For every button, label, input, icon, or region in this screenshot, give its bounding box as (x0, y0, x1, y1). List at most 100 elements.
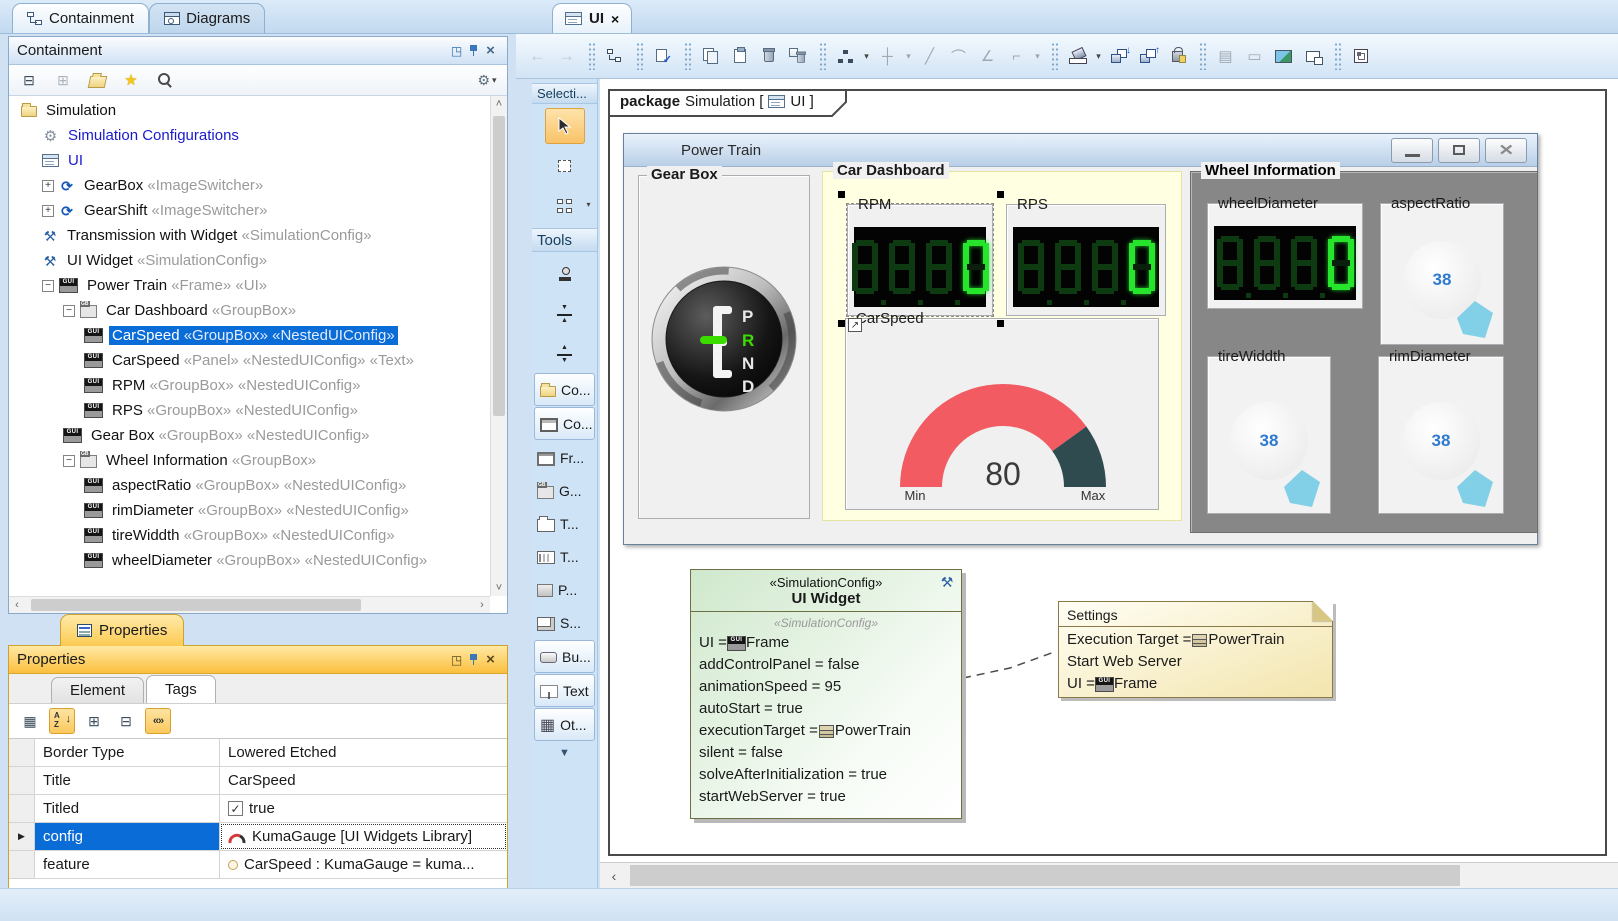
palette-item-tabbedpane[interactable]: T... (532, 507, 597, 540)
property-row[interactable]: featureCarSpeed : KumaGauge = kuma... (9, 851, 507, 879)
collapse-toggle-icon[interactable]: − (63, 305, 75, 317)
push-down-tool[interactable]: ▼▲ (545, 296, 585, 332)
copy-button[interactable] (697, 43, 724, 70)
car-dashboard-group[interactable]: Car Dashboard RPM ↗ RPS (822, 171, 1182, 521)
categorized-view-button[interactable] (17, 708, 43, 734)
property-row[interactable]: TitleCarSpeed (9, 767, 507, 795)
show-containment-button[interactable] (601, 43, 628, 70)
property-value[interactable]: ✓true (220, 795, 507, 822)
delete-from-view-button[interactable] (784, 43, 811, 70)
line-rectilinear-dropdown-icon[interactable]: ▾ (1032, 43, 1043, 70)
push-up-tool[interactable]: ▲▼ (545, 336, 585, 372)
property-value[interactable]: KumaGauge [UI Widgets Library] (220, 823, 507, 850)
align-button[interactable]: ┼ (874, 43, 901, 70)
validate-button[interactable]: ✓ (649, 43, 676, 70)
expand-shape-icon[interactable]: ↗ (848, 318, 862, 332)
rim-diameter-group[interactable]: rimDiameter 38 (1378, 356, 1504, 514)
link-with-tree-button[interactable] (51, 68, 75, 92)
quick-layout-button[interactable] (832, 43, 859, 70)
line-direct-button[interactable]: ╱ (916, 43, 943, 70)
tree-item[interactable]: GUIwheelDiameter «GroupBox» «NestedUICon… (9, 548, 490, 573)
scroll-right-icon[interactable]: › (474, 597, 490, 613)
palette-item-toolbar[interactable]: T... (532, 540, 597, 573)
palette-tools-header[interactable]: Tools (532, 228, 597, 252)
close-panel-icon[interactable]: × (482, 652, 499, 668)
property-value[interactable]: CarSpeed (220, 767, 507, 794)
collapse-all-button[interactable] (17, 68, 41, 92)
toolbar-group-handle[interactable] (588, 42, 595, 70)
toolbar-group-handle[interactable] (684, 42, 691, 70)
marquee-select-tool[interactable] (545, 148, 585, 184)
palette-item-frame[interactable]: Fr... (532, 441, 597, 474)
open-folder-button[interactable] (85, 68, 109, 92)
stamp-tool[interactable] (545, 256, 585, 292)
bring-to-front-button[interactable]: ↑ (1135, 43, 1162, 70)
insert-image-button[interactable] (1270, 43, 1297, 70)
close-tab-icon[interactable]: × (611, 11, 619, 27)
palette-item-other[interactable]: Ot... (534, 708, 595, 741)
line-curved-button[interactable]: ⌒ (945, 43, 972, 70)
expand-toggle-icon[interactable]: + (42, 180, 54, 192)
palette-item-containers-folder[interactable]: Co... (534, 373, 595, 406)
tab-properties[interactable]: Properties (60, 614, 184, 646)
collapse-toggle-icon[interactable]: − (63, 455, 75, 467)
tree-horizontal-scrollbar[interactable]: ‹ › (9, 596, 490, 613)
selection-handle[interactable] (997, 191, 1004, 198)
compartments-button[interactable]: ▤ (1212, 43, 1239, 70)
float-panel-icon[interactable]: ◳ (448, 652, 465, 668)
rpm-display-group[interactable]: RPM ↗ (847, 204, 993, 316)
star-button[interactable] (119, 68, 143, 92)
minimize-button[interactable] (1391, 138, 1433, 163)
tree-hscroll-thumb[interactable] (31, 599, 361, 611)
tree-item[interactable]: GUIRPS «GroupBox» «NestedUIConfig» (9, 398, 490, 423)
tree-item[interactable]: GUIGear Box «GroupBox» «NestedUIConfig» (9, 423, 490, 448)
knob-handle-icon[interactable] (1278, 467, 1324, 509)
scroll-up-icon[interactable]: ˄ (491, 96, 507, 112)
toolbar-group-handle[interactable] (819, 42, 826, 70)
tree-item[interactable]: GUICarSpeed «Panel» «NestedUIConfig» «Te… (9, 348, 490, 373)
tree-item[interactable]: +GearBox «ImageSwitcher» (9, 173, 490, 198)
expand-all-button[interactable] (81, 708, 107, 734)
multiple-select-tool[interactable]: ▾ (545, 188, 585, 224)
toolbar-group-handle[interactable] (636, 42, 643, 70)
property-row[interactable]: Border TypeLowered Etched (9, 739, 507, 767)
select-cursor-tool[interactable] (545, 108, 585, 144)
scroll-down-icon[interactable]: ˅ (491, 580, 507, 596)
fill-color-button[interactable] (1064, 43, 1091, 70)
settings-note[interactable]: Settings Execution Target = PowerTrainSt… (1058, 601, 1333, 698)
collapse-toggle-icon[interactable]: − (42, 280, 54, 292)
toolbar-group-handle[interactable] (1051, 42, 1058, 70)
selection-handle[interactable] (997, 320, 1004, 327)
paste-button[interactable] (726, 43, 753, 70)
canvas-hscroll-thumb[interactable] (630, 865, 1460, 886)
knob-handle-icon[interactable] (1451, 467, 1497, 509)
diagram-canvas[interactable]: package Simulation [ UI ] Power Train ✕ (600, 79, 1618, 862)
palette-item-groupbox[interactable]: GBG... (532, 474, 597, 507)
tree-item[interactable]: GUIrimDiameter «GroupBox» «NestedUIConfi… (9, 498, 490, 523)
tab-element[interactable]: Element (51, 677, 144, 703)
back-button[interactable]: ← (524, 43, 551, 70)
send-to-back-button[interactable]: ↓ (1106, 43, 1133, 70)
layout-options-button[interactable] (1347, 43, 1374, 70)
tree-item[interactable]: Simulation (9, 98, 490, 123)
tree-item[interactable]: −GUIPower Train «Frame» «UI» (9, 273, 490, 298)
wheel-information-group[interactable]: Wheel Information wheelDiameter aspectRa… (1190, 171, 1538, 533)
palette-item-text[interactable]: Text (534, 674, 595, 707)
scroll-left-icon[interactable]: ‹ (9, 597, 25, 613)
format-painter-button[interactable] (1164, 43, 1191, 70)
tab-containment[interactable]: Containment (12, 3, 149, 33)
tree-vertical-scrollbar[interactable]: ˄ ˅ (490, 96, 507, 596)
line-rectilinear-button[interactable]: ⌐ (1003, 43, 1030, 70)
property-value[interactable]: CarSpeed : KumaGauge = kuma... (220, 851, 507, 878)
aspect-ratio-group[interactable]: aspectRatio 38 (1380, 203, 1504, 345)
tree-vscroll-thumb[interactable] (493, 116, 505, 416)
tree-item[interactable]: Simulation Configurations (9, 123, 490, 148)
quick-layout-dropdown-icon[interactable]: ▾ (861, 43, 872, 70)
gear-box-group[interactable]: Gear Box (638, 175, 810, 519)
line-oblique-button[interactable]: ∠ (974, 43, 1001, 70)
delete-button[interactable] (755, 43, 782, 70)
tree-item[interactable]: +GearShift «ImageSwitcher» (9, 198, 490, 223)
selection-handle[interactable] (838, 320, 845, 327)
selection-handle[interactable] (838, 191, 845, 198)
tab-tags[interactable]: Tags (146, 675, 216, 703)
